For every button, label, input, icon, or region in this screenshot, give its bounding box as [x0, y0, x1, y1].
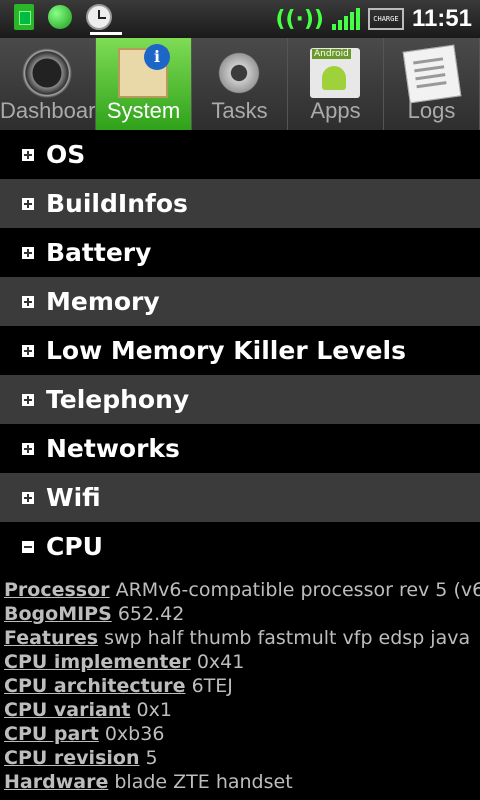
detail-key[interactable]: CPU revision: [4, 747, 139, 769]
section-list: OS BuildInfos Battery Memory Low Memory …: [0, 130, 480, 571]
detail-key[interactable]: CPU part: [4, 723, 99, 745]
cpu-details: Processor ARMv6-compatible processor rev…: [4, 578, 480, 794]
detail-value: swp half thumb fastmult vfp edsp java: [104, 627, 471, 649]
notification-indicator: [90, 32, 122, 35]
gauge-icon: [22, 48, 72, 98]
status-time: 11:51: [411, 5, 472, 32]
tab-label: Dashboard: [0, 98, 96, 123]
detail-value: 652.42: [117, 603, 185, 625]
detail-value: 6TEJ: [191, 675, 233, 697]
tab-apps[interactable]: Android Apps: [288, 38, 384, 130]
section-os[interactable]: OS: [0, 130, 480, 179]
detail-key[interactable]: Hardware: [4, 771, 108, 793]
detail-value: 0x1: [136, 699, 172, 721]
clock-icon[interactable]: [86, 4, 112, 30]
gear-icon: [214, 48, 264, 98]
status-bar: ((·)) CHARGE 11:51: [0, 0, 480, 38]
section-label: Memory: [46, 287, 160, 316]
tab-tasks[interactable]: Tasks: [192, 38, 288, 130]
section-label: Wifi: [46, 483, 101, 512]
detail-value: 0xb36: [104, 723, 165, 745]
expand-icon: [22, 442, 34, 455]
section-battery[interactable]: Battery: [0, 228, 480, 277]
detail-row: Hardware blade ZTE handset: [4, 770, 480, 794]
expand-icon: [22, 491, 34, 504]
android-icon: Android: [310, 48, 360, 98]
android-notification-icon[interactable]: [48, 5, 72, 29]
section-memory[interactable]: Memory: [0, 277, 480, 326]
section-telephony[interactable]: Telephony: [0, 375, 480, 424]
detail-key[interactable]: CPU architecture: [4, 675, 186, 697]
tab-dashboard[interactable]: Dashboard: [0, 38, 96, 130]
detail-row: BogoMIPS 652.42: [4, 602, 480, 626]
system-info-icon: i: [118, 44, 170, 98]
tab-system[interactable]: i System: [96, 38, 192, 130]
detail-row: Features swp half thumb fastmult vfp eds…: [4, 626, 480, 650]
section-networks[interactable]: Networks: [0, 424, 480, 473]
detail-value: blade ZTE handset: [114, 771, 293, 793]
expand-icon: [22, 393, 34, 406]
android-badge-text: Android: [312, 49, 351, 59]
tab-label: Logs: [407, 98, 456, 123]
section-label: Networks: [46, 434, 180, 463]
expand-icon: [22, 246, 34, 259]
tab-bar: Dashboard i System Tasks Android Apps Lo…: [0, 38, 480, 130]
expand-icon: [22, 148, 34, 161]
detail-row: CPU implementer 0x41: [4, 650, 480, 674]
detail-key[interactable]: CPU variant: [4, 699, 130, 721]
detail-value: ARMv6-compatible processor rev 5 (v6l): [115, 579, 480, 601]
section-buildinfos[interactable]: BuildInfos: [0, 179, 480, 228]
section-label: OS: [46, 140, 86, 169]
detail-key[interactable]: BogoMIPS: [4, 603, 112, 625]
tab-label: Tasks: [211, 98, 268, 123]
logs-icon: [402, 44, 462, 104]
tab-label: Apps: [310, 98, 361, 123]
section-label: Battery: [46, 238, 152, 267]
tab-label: System: [106, 98, 181, 123]
detail-key[interactable]: Processor: [4, 579, 110, 601]
collapse-icon: [22, 540, 34, 553]
detail-key[interactable]: Features: [4, 627, 98, 649]
detail-row: Processor ARMv6-compatible processor rev…: [4, 578, 480, 602]
wifi-icon: ((·)): [275, 6, 324, 32]
section-label: BuildInfos: [46, 189, 188, 218]
detail-row: CPU part 0xb36: [4, 722, 480, 746]
detail-value: 0x41: [196, 651, 245, 673]
section-cpu[interactable]: CPU: [0, 522, 480, 571]
expand-icon: [22, 344, 34, 357]
section-label: Low Memory Killer Levels: [46, 336, 406, 365]
tab-logs[interactable]: Logs: [384, 38, 480, 130]
section-low-memory-killer[interactable]: Low Memory Killer Levels: [0, 326, 480, 375]
detail-row: CPU architecture 6TEJ: [4, 674, 480, 698]
section-label: CPU: [46, 532, 103, 561]
expand-icon: [22, 197, 34, 210]
expand-icon: [22, 295, 34, 308]
signal-icon: [331, 8, 360, 30]
battery-charge-icon: CHARGE: [367, 8, 404, 30]
section-wifi[interactable]: Wifi: [0, 473, 480, 522]
detail-row: CPU variant 0x1: [4, 698, 480, 722]
section-label: Telephony: [46, 385, 190, 414]
sd-card-icon[interactable]: [14, 4, 34, 30]
detail-value: 5: [145, 747, 158, 769]
detail-row: CPU revision 5: [4, 746, 480, 770]
detail-key[interactable]: CPU implementer: [4, 651, 191, 673]
